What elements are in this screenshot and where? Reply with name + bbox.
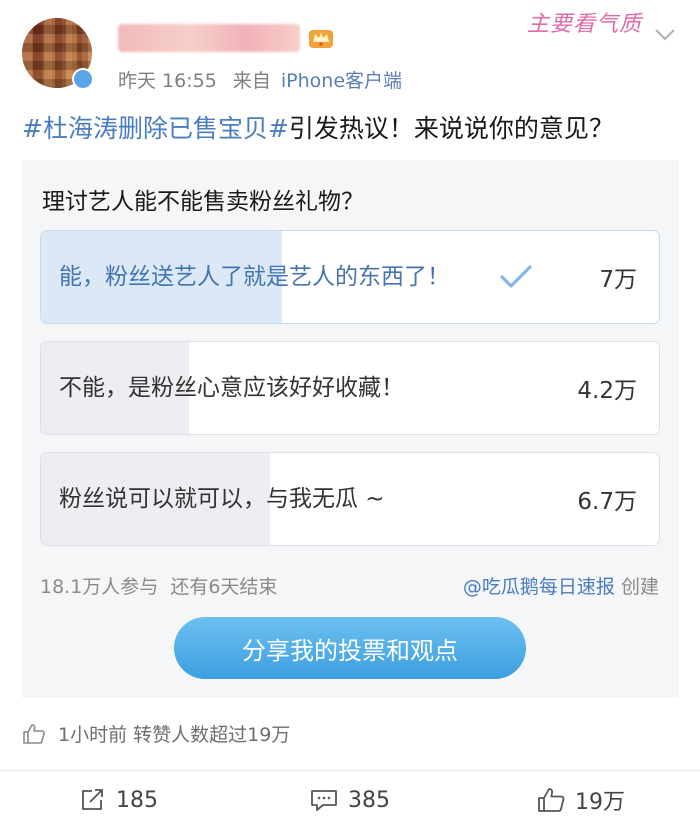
source-prefix: 来自 bbox=[232, 70, 271, 92]
like-count: 19万 bbox=[575, 790, 625, 815]
poll-option-label: 能，粉丝送艺人了就是艺人的东西了！ bbox=[59, 264, 450, 290]
weibo-post: 昨天 16:55 来自 iPhone客户端 主要看气质 #杜海涛删除已售宝贝#引… bbox=[0, 0, 700, 828]
poll-stats: 18.1万人参与 还有6天结束 bbox=[40, 572, 277, 599]
poll-participants: 18.1万人参与 bbox=[40, 576, 159, 598]
divider bbox=[0, 770, 700, 771]
repost-button[interactable]: 185 bbox=[80, 783, 158, 817]
comment-count: 385 bbox=[348, 787, 390, 813]
vip-crown-icon bbox=[309, 30, 333, 48]
topic-link[interactable]: #杜海涛删除已售宝贝# bbox=[22, 114, 289, 143]
verified-badge-icon bbox=[72, 68, 94, 90]
post-meta: 昨天 16:55 来自 iPhone客户端 bbox=[118, 66, 402, 93]
watermark: 主要看气质 bbox=[527, 12, 643, 37]
creator-link[interactable]: @吃瓜鹅每日速报 bbox=[463, 576, 615, 598]
username[interactable] bbox=[118, 24, 300, 52]
poll-option-3[interactable]: 粉丝说可以就可以，与我无瓜 ~ 6.7万 bbox=[40, 452, 660, 546]
poll-creator: @吃瓜鹅每日速报 创建 bbox=[463, 572, 659, 599]
poll-option-2[interactable]: 不能，是粉丝心意应该好好收藏！ 4.2万 bbox=[40, 341, 660, 435]
comment-button[interactable]: 385 bbox=[310, 783, 390, 817]
chevron-down-icon[interactable] bbox=[654, 28, 676, 42]
repost-count: 185 bbox=[116, 787, 158, 813]
poll-option-count: 4.2万 bbox=[577, 378, 637, 404]
poll-option-count: 7万 bbox=[599, 267, 637, 293]
repost-icon bbox=[82, 789, 103, 810]
poll-question: 理讨艺人能不能售卖粉丝礼物？ bbox=[42, 189, 364, 215]
poll-option-count: 6.7万 bbox=[577, 489, 637, 515]
post-text: #杜海涛删除已售宝贝#引发热议！来说说你的意见？ bbox=[22, 112, 614, 146]
creator-suffix: 创建 bbox=[620, 576, 659, 598]
source-device[interactable]: iPhone客户端 bbox=[281, 70, 402, 92]
poll-option-1[interactable]: 能，粉丝送艺人了就是艺人的东西了！ 7万 bbox=[40, 230, 660, 324]
activity-text: 1小时前 转赞人数超过19万 bbox=[58, 724, 291, 746]
poll-card: 理讨艺人能不能售卖粉丝礼物？ 能，粉丝送艺人了就是艺人的东西了！ 7万 不能，是… bbox=[22, 160, 679, 698]
poll-option-label: 粉丝说可以就可以，与我无瓜 ~ bbox=[59, 486, 385, 512]
activity-line: 1小时前 转赞人数超过19万 bbox=[22, 720, 290, 747]
post-body: 引发热议！来说说你的意见？ bbox=[288, 114, 614, 143]
poll-option-label: 不能，是粉丝心意应该好好收藏！ bbox=[59, 375, 404, 401]
like-button[interactable]: 19万 bbox=[537, 783, 625, 817]
share-vote-button[interactable]: 分享我的投票和观点 bbox=[174, 617, 526, 679]
comment-icon bbox=[311, 790, 337, 811]
post-timestamp: 昨天 16:55 bbox=[118, 70, 217, 92]
thumbs-up-icon bbox=[23, 723, 45, 744]
poll-remaining: 还有6天结束 bbox=[170, 576, 278, 598]
like-icon bbox=[538, 788, 565, 812]
check-icon bbox=[500, 265, 532, 288]
